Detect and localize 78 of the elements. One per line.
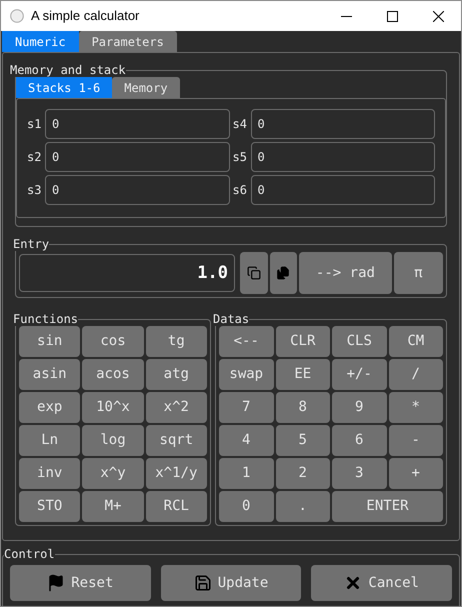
data-key[interactable]: + <box>388 458 443 489</box>
control-button[interactable]: Cancel <box>311 565 452 601</box>
group-title: Entry <box>13 237 50 251</box>
function-key[interactable]: cos <box>82 326 144 357</box>
function-key[interactable]: RCL <box>146 491 207 522</box>
function-key[interactable]: tg <box>146 326 207 357</box>
field-label: s5 <box>232 149 248 166</box>
function-key[interactable]: exp <box>19 392 80 423</box>
function-key[interactable]: 10^x <box>82 392 144 423</box>
input-field[interactable]: 0 <box>45 142 230 172</box>
data-key[interactable]: 9 <box>332 392 386 423</box>
files-icon <box>276 266 290 280</box>
data-key[interactable]: . <box>276 491 330 522</box>
entry-field[interactable]: 1.0 <box>19 254 235 292</box>
data-key[interactable]: 5 <box>276 425 330 456</box>
app-icon <box>10 9 24 23</box>
function-key[interactable]: asin <box>19 359 80 390</box>
paste-button[interactable] <box>270 252 298 294</box>
input-field[interactable]: 0 <box>250 109 435 139</box>
copy-button[interactable] <box>240 252 268 294</box>
data-key[interactable]: 4 <box>219 425 274 456</box>
data-key[interactable]: 2 <box>276 458 330 489</box>
field-label: s4 <box>232 116 248 133</box>
tab[interactable]: Numeric <box>2 31 79 52</box>
function-key[interactable]: log <box>82 425 144 456</box>
field-label: s1 <box>27 116 42 133</box>
function-key[interactable]: inv <box>19 458 80 489</box>
data-key[interactable]: <-- <box>219 326 274 357</box>
data-key[interactable]: 8 <box>276 392 330 423</box>
group-title: Datas <box>213 312 250 326</box>
copy-icon <box>246 266 261 280</box>
function-key[interactable]: x^1/y <box>146 458 207 489</box>
function-key[interactable]: x^y <box>82 458 144 489</box>
field-label: s3 <box>27 182 42 199</box>
data-key[interactable]: CM <box>388 326 443 357</box>
data-key[interactable]: / <box>388 359 443 390</box>
group-title: Memory and stack <box>10 63 126 77</box>
save-icon <box>194 574 212 592</box>
input-field[interactable]: 0 <box>45 109 230 139</box>
function-key[interactable]: x^2 <box>146 392 207 423</box>
control-button[interactable]: Update <box>160 565 302 601</box>
close-icon <box>432 10 444 22</box>
flag-icon <box>47 574 66 592</box>
input-field[interactable]: 0 <box>250 175 435 205</box>
data-key[interactable]: EE <box>276 359 330 390</box>
function-key[interactable]: sqrt <box>146 425 207 456</box>
data-key[interactable]: swap <box>219 359 274 390</box>
field-label: s6 <box>232 182 248 199</box>
data-key[interactable]: 7 <box>219 392 274 423</box>
tab[interactable]: Stacks 1-6 <box>16 77 112 98</box>
input-field[interactable]: 0 <box>45 175 230 205</box>
data-key[interactable]: 0 <box>219 491 274 522</box>
data-key[interactable]: 6 <box>332 425 386 456</box>
group-title: Functions <box>13 312 78 326</box>
function-key[interactable]: acos <box>82 359 144 390</box>
input-field[interactable]: 0 <box>250 142 435 172</box>
data-key[interactable]: ENTER <box>332 491 443 522</box>
data-key[interactable]: * <box>388 392 443 423</box>
data-key[interactable]: +/- <box>332 359 386 390</box>
data-key[interactable]: CLR <box>276 326 330 357</box>
data-key[interactable]: 1 <box>219 458 274 489</box>
field-label: s2 <box>27 149 42 166</box>
function-key[interactable]: sin <box>19 326 80 357</box>
data-key[interactable]: CLS <box>332 326 386 357</box>
tab[interactable]: Parameters <box>78 31 177 52</box>
control-button[interactable]: Reset <box>10 565 151 601</box>
group-title: Control <box>4 547 55 561</box>
window-title: A simple calculator <box>31 7 140 26</box>
function-key[interactable]: atg <box>146 359 207 390</box>
entry-button[interactable]: π <box>394 252 443 294</box>
function-key[interactable]: Ln <box>19 425 80 456</box>
tab[interactable]: Memory <box>112 77 180 98</box>
function-key[interactable]: STO <box>19 491 80 522</box>
data-key[interactable]: 3 <box>332 458 386 489</box>
function-key[interactable]: M+ <box>82 491 144 522</box>
data-key[interactable]: - <box>388 425 443 456</box>
entry-button[interactable]: --> rad <box>299 252 392 294</box>
maximize-icon <box>386 10 398 22</box>
